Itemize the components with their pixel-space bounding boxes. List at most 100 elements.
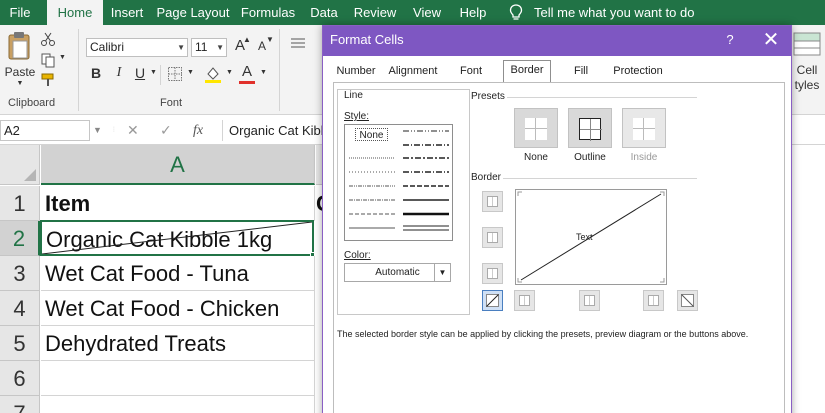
tell-me-search[interactable]: Tell me what you want to do [534, 0, 694, 25]
drag-handle-icon[interactable]: ⋮ [111, 120, 117, 141]
tab-formulas[interactable]: Formulas [238, 0, 298, 25]
tab-page-layout[interactable]: Page Layout [156, 0, 230, 25]
name-box[interactable]: A2 [0, 120, 90, 141]
border-help-text: The selected border style can be applied… [337, 329, 749, 339]
lightbulb-icon [509, 4, 523, 20]
border-preview[interactable]: Text [515, 189, 667, 285]
insert-function-icon[interactable]: fx [193, 120, 203, 141]
paste-dropdown-icon[interactable]: ▼ [14, 80, 26, 87]
preset-none-button[interactable] [514, 108, 558, 148]
tab-data[interactable]: Data [306, 0, 342, 25]
dialog-title: Format Cells [330, 32, 404, 47]
font-size-combo[interactable]: 11 ▼ [191, 38, 227, 57]
row-header[interactable]: 2 [0, 221, 40, 256]
line-color-select[interactable]: Automatic ▼ [344, 263, 451, 282]
tab-insert[interactable]: Insert [105, 0, 149, 25]
border-right-icon [648, 295, 659, 306]
cell-a7[interactable] [41, 396, 315, 413]
border-left-button[interactable] [514, 290, 535, 311]
border-diagonal-up-button[interactable] [482, 290, 503, 311]
paste-button[interactable]: Paste ▼ [4, 31, 36, 87]
cell-styles-icon[interactable] [792, 31, 822, 59]
format-painter-icon[interactable] [40, 72, 56, 88]
tab-home[interactable]: Home [47, 0, 103, 25]
font-color-button[interactable]: A [240, 63, 254, 80]
border-middle-horizontal-button[interactable] [482, 227, 503, 248]
borders-icon[interactable] [167, 66, 183, 82]
tab-font[interactable]: Font [453, 62, 489, 82]
line-style-list[interactable]: None [344, 124, 453, 241]
formula-input[interactable]: Organic Cat Kibble 1kg [222, 120, 332, 141]
preset-outline-button[interactable] [568, 108, 612, 148]
preview-text: Text [576, 232, 593, 242]
enter-icon[interactable]: ✓ [160, 120, 172, 141]
border-bottom-button[interactable] [482, 263, 503, 284]
cancel-icon[interactable]: ✕ [127, 120, 139, 141]
cell-a1[interactable]: Item [41, 186, 315, 221]
tab-border[interactable]: Border [503, 60, 551, 82]
line-style-options[interactable] [345, 125, 452, 240]
tab-view[interactable]: View [407, 0, 447, 25]
underline-dropdown-icon[interactable]: ▼ [150, 69, 157, 76]
divider [160, 65, 161, 85]
border-right-button[interactable] [643, 290, 664, 311]
border-diagonal-down-button[interactable] [677, 290, 698, 311]
cell-a2-selected[interactable]: Organic Cat Kibble 1kg [40, 220, 314, 256]
underline-button[interactable]: U [134, 65, 146, 81]
cell-a4[interactable]: Wet Cat Food - Chicken [41, 291, 315, 326]
line-color-value: Automatic [375, 267, 420, 278]
border-top-button[interactable] [482, 191, 503, 212]
row-header[interactable]: 1 [0, 186, 40, 221]
tab-fill[interactable]: Fill [567, 62, 595, 82]
borders-dropdown-icon[interactable]: ▼ [187, 69, 194, 76]
row-header[interactable]: 6 [0, 361, 40, 396]
tab-protection[interactable]: Protection [611, 62, 665, 82]
name-box-dropdown-icon[interactable]: ▼ [93, 120, 102, 141]
border-divider [503, 178, 697, 179]
border-top-icon [487, 196, 498, 207]
chevron-down-icon[interactable]: ▼ [434, 264, 450, 281]
preset-outline-icon [579, 118, 602, 141]
row-header[interactable]: 3 [0, 256, 40, 291]
row-header[interactable]: 5 [0, 326, 40, 361]
copy-dropdown-icon[interactable]: ▼ [59, 54, 66, 61]
help-button[interactable]: ? [723, 26, 737, 56]
font-name-value: Calibri [90, 40, 125, 54]
presets-label: Presets [471, 91, 505, 102]
italic-button[interactable]: I [113, 65, 125, 81]
select-all-corner[interactable] [0, 145, 40, 185]
copy-icon[interactable] [40, 52, 56, 68]
cell-a6[interactable] [41, 361, 315, 396]
cut-icon[interactable] [40, 31, 56, 47]
row-header[interactable]: 4 [0, 291, 40, 326]
close-icon[interactable]: ✕ [761, 26, 781, 56]
font-size-value: 11 [195, 40, 208, 54]
fill-color-dropdown-icon[interactable]: ▼ [226, 69, 233, 76]
bold-button[interactable]: B [89, 65, 103, 81]
diagonal-up-icon [486, 294, 499, 307]
font-color-swatch [239, 81, 255, 84]
border-middle-vertical-button[interactable] [579, 290, 600, 311]
font-name-combo[interactable]: Calibri ▼ [86, 38, 188, 57]
clipboard-icon [8, 32, 30, 60]
cell-styles-label-1[interactable]: Cell [792, 63, 822, 77]
tab-help[interactable]: Help [455, 0, 491, 25]
format-cells-dialog: Format Cells ? ✕ Number Alignment Font B… [322, 25, 792, 413]
tab-review[interactable]: Review [352, 0, 398, 25]
tab-file[interactable]: File [0, 0, 40, 25]
font-color-dropdown-icon[interactable]: ▼ [260, 69, 267, 76]
cell-a3[interactable]: Wet Cat Food - Tuna [41, 256, 315, 291]
border-left-icon [519, 295, 530, 306]
tab-alignment[interactable]: Alignment [383, 62, 443, 82]
preset-inside-label: Inside [630, 152, 658, 163]
column-header-a[interactable]: A [41, 145, 315, 185]
cell-a5[interactable]: Dehydrated Treats [41, 326, 315, 361]
fill-color-icon[interactable] [204, 65, 222, 83]
tab-number[interactable]: Number [333, 62, 379, 82]
chevron-down-icon: ▼ [216, 43, 224, 52]
row-header[interactable]: 7 [0, 396, 40, 413]
dialog-title-bar[interactable]: Format Cells [323, 26, 791, 56]
cell-styles-label-2[interactable]: tyles [790, 78, 824, 92]
align-top-icon[interactable] [290, 37, 306, 51]
border-bottom-icon [487, 268, 498, 279]
